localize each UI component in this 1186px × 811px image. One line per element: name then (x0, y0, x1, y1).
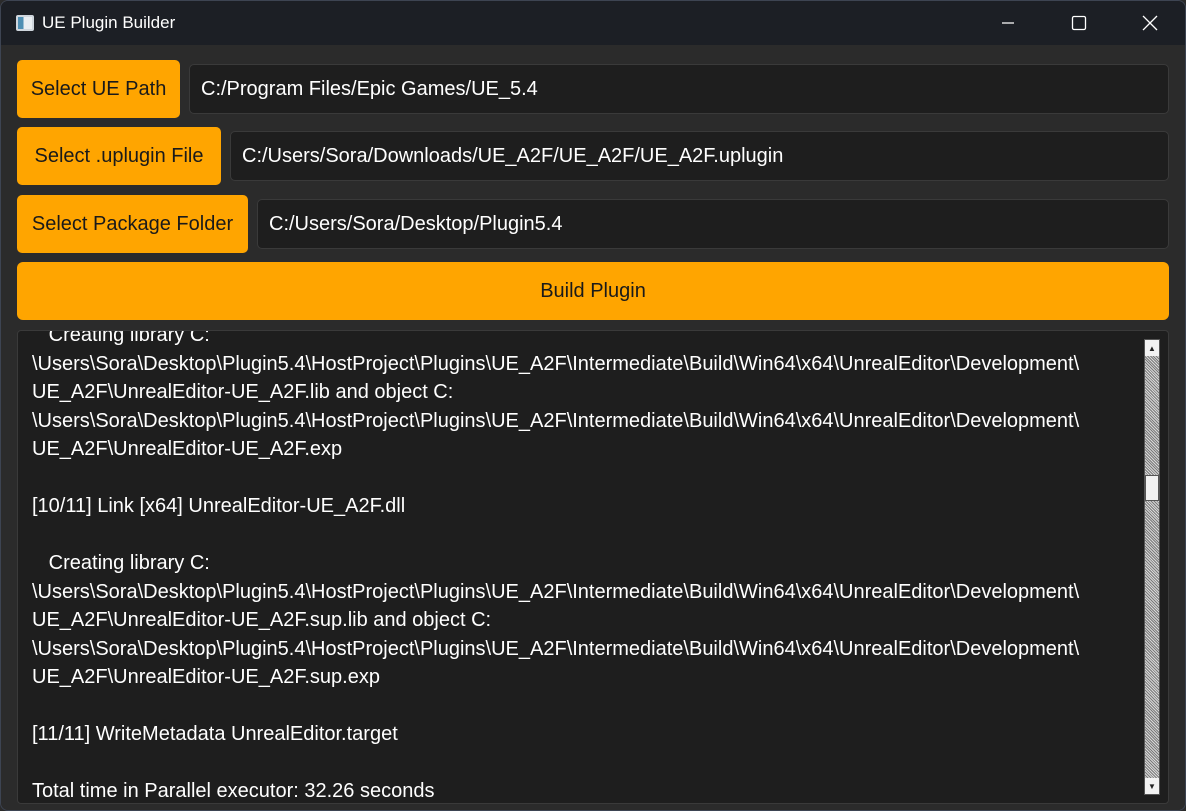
app-window: UE Plugin Builder Select UE Path C:/Prog… (0, 0, 1186, 811)
package-folder-field[interactable]: C:/Users/Sora/Desktop/Plugin5.4 (257, 199, 1169, 249)
ue-path-field[interactable]: C:/Program Files/Epic Games/UE_5.4 (189, 64, 1169, 114)
scroll-thumb[interactable] (1145, 475, 1159, 501)
build-log[interactable]: Creating library C: \Users\Sora\Desktop\… (17, 330, 1169, 804)
uplugin-row: Select .uplugin File C:/Users/Sora/Downl… (17, 127, 1169, 185)
ue-path-row: Select UE Path C:/Program Files/Epic Gam… (17, 60, 1169, 118)
select-uplugin-button[interactable]: Select .uplugin File (17, 127, 221, 185)
scroll-up-arrow-icon[interactable]: ▲ (1145, 340, 1159, 356)
uplugin-path-field[interactable]: C:/Users/Sora/Downloads/UE_A2F/UE_A2F/UE… (230, 131, 1169, 181)
minimize-icon (1001, 22, 1014, 24)
build-plugin-button[interactable]: Build Plugin (17, 262, 1169, 320)
minimize-button[interactable] (972, 1, 1043, 45)
maximize-icon (1071, 15, 1086, 31)
build-log-text: Creating library C: \Users\Sora\Desktop\… (32, 330, 1080, 802)
window-title: UE Plugin Builder (42, 13, 176, 32)
scroll-down-arrow-icon[interactable]: ▼ (1145, 778, 1159, 794)
select-ue-path-button[interactable]: Select UE Path (17, 60, 180, 118)
package-folder-row: Select Package Folder C:/Users/Sora/Desk… (17, 195, 1169, 253)
window-controls (972, 1, 1185, 45)
title-bar[interactable]: UE Plugin Builder (1, 1, 1185, 45)
close-button[interactable] (1114, 1, 1185, 45)
main-content: Select UE Path C:/Program Files/Epic Gam… (1, 45, 1185, 810)
app-window-icon (16, 15, 34, 31)
maximize-button[interactable] (1043, 1, 1114, 45)
close-icon (1142, 15, 1157, 31)
log-scrollbar[interactable]: ▲ ▼ (1144, 339, 1160, 795)
select-package-folder-button[interactable]: Select Package Folder (17, 195, 248, 253)
